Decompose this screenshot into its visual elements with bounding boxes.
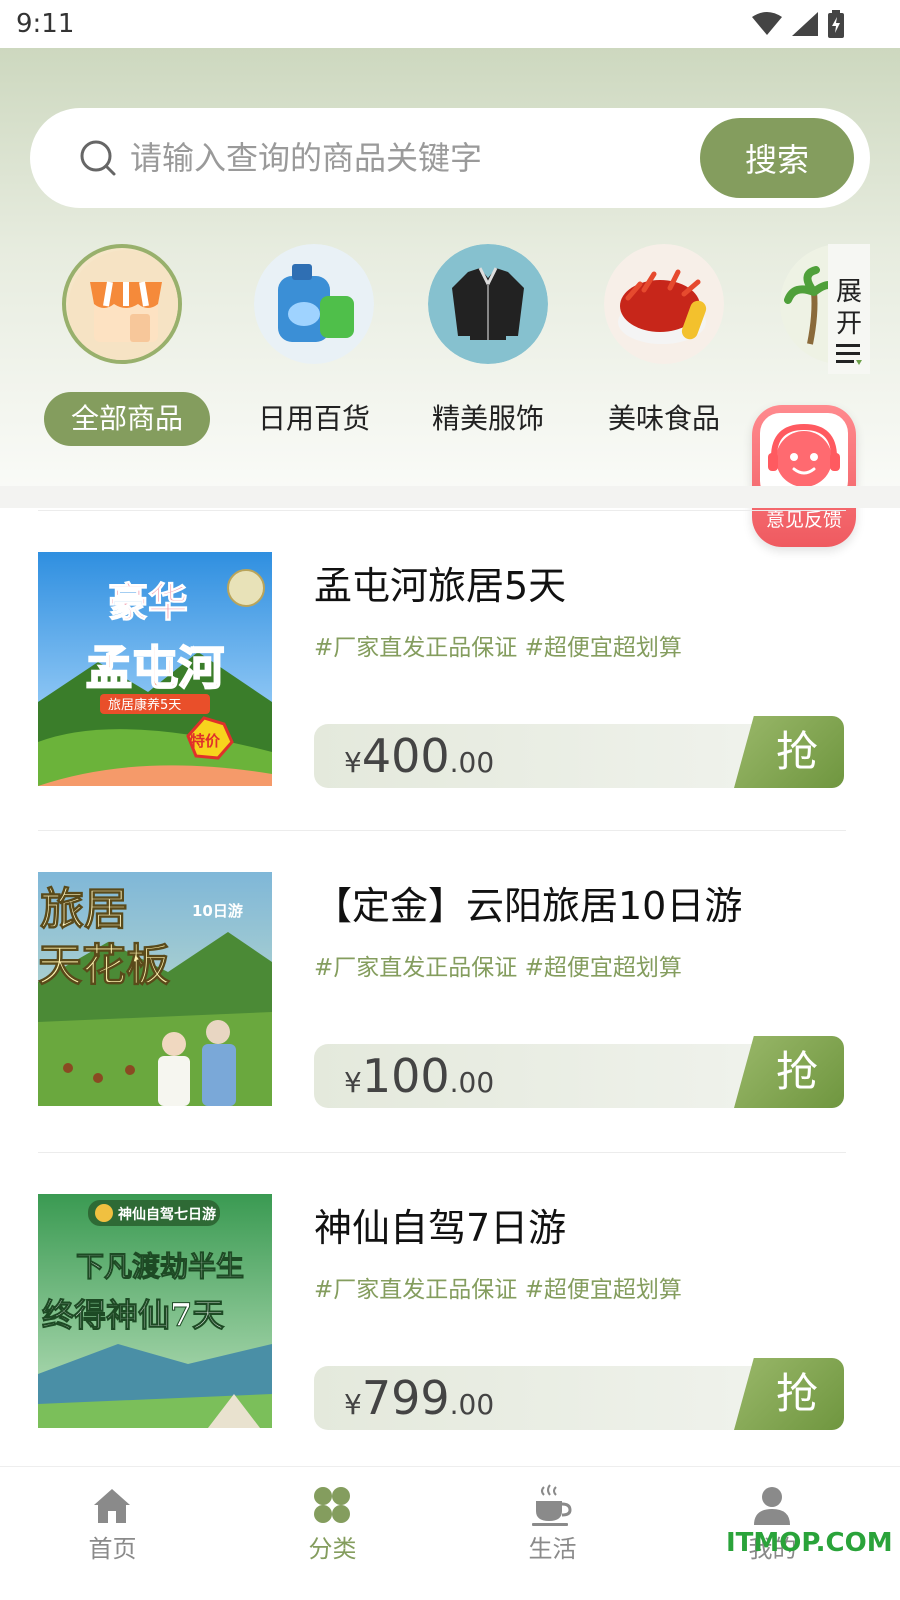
image-badge-text: 10日游: [192, 902, 243, 920]
battery-icon: [828, 10, 844, 38]
product-title: 孟屯河旅居5天: [314, 564, 567, 608]
category-label: 美味食品: [607, 402, 720, 435]
price-integer: 100: [361, 1049, 450, 1103]
product-tags: #厂家直发正品保证 #超便宜超划算: [314, 955, 682, 981]
image-ribbon-text: 旅居康养5天: [108, 697, 181, 713]
expand-button[interactable]: 展开: [828, 244, 870, 374]
search-button[interactable]: 搜索: [700, 118, 854, 198]
category-all[interactable]: 全部商品: [32, 244, 212, 474]
price-decimal: .00: [449, 1388, 495, 1421]
image-text-line2: 终得神仙7天: [42, 1296, 224, 1334]
image-text-line1: 豪华: [108, 580, 188, 626]
image-text-line2: 天花板: [38, 940, 170, 991]
category-food[interactable]: 美味食品: [574, 244, 754, 474]
product-title: 神仙自驾7日游: [314, 1206, 567, 1250]
category-clothing[interactable]: 精美服饰: [398, 244, 578, 474]
product-image[interactable]: 豪华 孟屯河 旅居康养5天 特价: [38, 552, 272, 786]
nav-label: 生活: [528, 1535, 577, 1563]
price-bar: ¥100.00 抢: [314, 1036, 844, 1108]
image-text-line2: 孟屯河: [86, 641, 224, 695]
clover-icon: [314, 1487, 350, 1523]
price-currency: ¥: [344, 746, 362, 779]
category-label: 全部商品: [44, 392, 210, 446]
image-sticker-text: 特价: [190, 732, 221, 750]
grab-button[interactable]: 抢: [734, 716, 844, 788]
person-icon: [754, 1487, 790, 1525]
price-decimal: .00: [449, 746, 495, 779]
product-tags: #厂家直发正品保证 #超便宜超划算: [314, 1277, 682, 1303]
image-text-line1: 旅居: [40, 884, 128, 935]
divider: [38, 830, 846, 831]
price-decimal: .00: [449, 1066, 495, 1099]
search-bar[interactable]: 搜索: [30, 108, 870, 208]
wifi-icon: [752, 12, 782, 35]
expand-label: 展开: [835, 277, 862, 339]
nav-label: 分类: [308, 1535, 357, 1563]
price: ¥100.00: [344, 1044, 494, 1108]
nav-category[interactable]: 分类: [220, 1467, 445, 1567]
nav-home[interactable]: 首页: [0, 1467, 225, 1567]
category-daily[interactable]: 日用百货: [224, 244, 404, 474]
grab-button[interactable]: 抢: [734, 1358, 844, 1430]
product-image[interactable]: 旅居 天花板 10日游: [38, 872, 272, 1106]
nav-life[interactable]: 生活: [440, 1467, 665, 1567]
menu-lines-icon: [836, 344, 862, 365]
status-bar: 9:11: [0, 0, 900, 48]
product-image[interactable]: 神仙自驾七日游 下凡渡劫半生 终得神仙7天: [38, 1194, 272, 1428]
category-label: 精美服饰: [431, 402, 544, 435]
home-icon: [94, 1489, 130, 1523]
nav-label: 首页: [88, 1535, 137, 1563]
price-bar: ¥799.00 抢: [314, 1358, 844, 1430]
jacket-icon: [428, 244, 548, 364]
price-currency: ¥: [344, 1388, 362, 1421]
divider: [38, 1152, 846, 1153]
category-label: 日用百货: [257, 402, 370, 435]
palm-icon: [780, 244, 830, 364]
crayfish-icon: [604, 244, 724, 364]
image-badge-text: 神仙自驾七日游: [118, 1206, 216, 1223]
shop-icon: [62, 244, 182, 364]
grab-button[interactable]: 抢: [734, 1036, 844, 1108]
divider: [38, 510, 846, 511]
coffee-icon: [532, 1484, 572, 1526]
price-currency: ¥: [344, 1066, 362, 1099]
price: ¥400.00: [344, 724, 494, 788]
search-icon: [80, 140, 116, 176]
detergent-icon: [254, 244, 374, 364]
product-card[interactable]: 旅居 天花板 10日游 【定金】云阳旅居10日游 #厂家直发正品保证 #超便宜超…: [0, 830, 900, 1150]
price-integer: 799: [361, 1371, 450, 1425]
signal-icon: [792, 12, 818, 36]
watermark: ITMOP.COM: [726, 1528, 893, 1558]
status-time: 9:11: [16, 9, 75, 39]
price: ¥799.00: [344, 1366, 494, 1430]
image-text-line1: 下凡渡劫半生: [76, 1250, 244, 1283]
search-input[interactable]: [130, 134, 690, 182]
product-tags: #厂家直发正品保证 #超便宜超划算: [314, 635, 682, 661]
product-card[interactable]: 神仙自驾七日游 下凡渡劫半生 终得神仙7天 神仙自驾7日游 #厂家直发正品保证 …: [0, 1152, 900, 1472]
status-icons: [752, 10, 844, 38]
product-card[interactable]: 豪华 孟屯河 旅居康养5天 特价 孟屯河旅居5天 #厂家直发正品保证 #超便宜超…: [0, 510, 900, 830]
price-integer: 400: [361, 729, 450, 783]
product-title: 【定金】云阳旅居10日游: [314, 884, 743, 928]
section-divider: [0, 486, 900, 508]
price-bar: ¥400.00 抢: [314, 716, 844, 788]
